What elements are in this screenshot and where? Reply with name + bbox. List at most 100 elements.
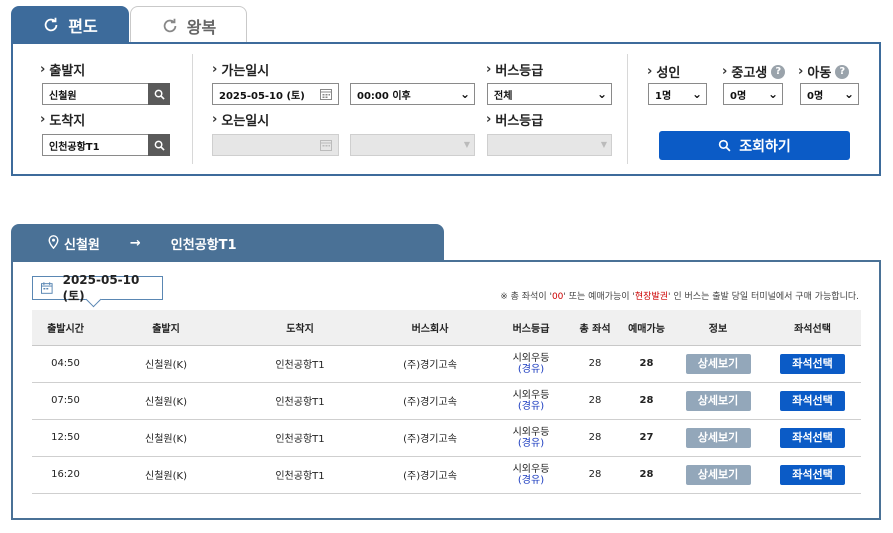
chevron-right-icon: ›: [486, 62, 492, 77]
select-seat-button[interactable]: 좌석선택: [780, 427, 845, 448]
row-grade: 시외우등 (경유): [493, 382, 569, 420]
chevron-right-icon: ›: [647, 64, 653, 79]
adult-label: › 성인: [647, 64, 681, 81]
chevron-right-icon: ›: [798, 64, 804, 79]
caret-down-icon: ▼: [600, 140, 607, 149]
help-icon[interactable]: ?: [771, 64, 786, 79]
bus-grade-label: › 버스등급: [486, 62, 544, 79]
col-header: 출발시간: [32, 310, 99, 346]
calendar-icon: [320, 140, 332, 151]
table-row: 12:50 신철원(K) 인천공항T1 (주)경기고속 시외우등 (경유) 28 …: [32, 419, 861, 457]
detail-button[interactable]: 상세보기: [685, 390, 751, 411]
divider: [192, 54, 193, 164]
row-company: (주)경기고속: [367, 382, 493, 420]
col-header: 예매가능: [621, 310, 672, 346]
chevron-down-icon: ⌄: [843, 87, 854, 101]
departure-time: 12:50: [32, 419, 99, 457]
select-seat-button[interactable]: 좌석선택: [780, 390, 845, 411]
select-seat-button[interactable]: 좌석선택: [780, 353, 845, 374]
row-select: 좌석선택: [764, 382, 861, 420]
row-info: 상세보기: [672, 456, 764, 494]
row-info: 상세보기: [672, 345, 764, 383]
chevron-down-icon: ⌄: [767, 87, 778, 101]
divider: [627, 54, 628, 164]
row-company: (주)경기고속: [367, 456, 493, 494]
row-company: (주)경기고속: [367, 345, 493, 383]
row-select: 좌석선택: [764, 419, 861, 457]
chevron-down-icon: ⌄: [691, 87, 702, 101]
row-select: 좌석선택: [764, 456, 861, 494]
tab-roundtrip[interactable]: 왕복: [130, 6, 247, 44]
col-header: 버스회사: [367, 310, 493, 346]
table-row: 16:20 신철원(K) 인천공항T1 (주)경기고속 시외우등 (경유) 28 …: [32, 456, 861, 494]
go-time-select[interactable]: 00:00 이후 ⌄: [350, 83, 475, 105]
row-arrival: 인천공항T1: [233, 382, 367, 420]
detail-button[interactable]: 상세보기: [685, 427, 751, 448]
return-time-select[interactable]: ▼: [350, 134, 475, 156]
departure-field[interactable]: 신철원: [42, 83, 170, 105]
chevron-down-icon: ⌄: [459, 87, 470, 101]
row-available: 28: [621, 382, 672, 420]
tab-roundtrip-label: 왕복: [186, 17, 217, 37]
route-to: 인천공항T1: [170, 237, 237, 253]
row-departure: 신철원(K): [99, 456, 233, 494]
detail-button[interactable]: 상세보기: [685, 464, 751, 485]
row-available: 27: [621, 419, 672, 457]
search-icon[interactable]: [148, 134, 170, 156]
row-company: (주)경기고속: [367, 419, 493, 457]
arrival-field[interactable]: 인천공항T1: [42, 134, 170, 156]
results-date: 2025-05-10 (토): [32, 273, 163, 303]
row-total-seats: 28: [569, 345, 621, 383]
route-header: 신철원 → 인천공항T1: [11, 224, 444, 262]
help-icon[interactable]: ?: [835, 64, 850, 79]
col-header: 총 좌석: [569, 310, 621, 346]
return-date-label: › 오는일시: [212, 112, 270, 129]
col-header: 좌석선택: [764, 310, 861, 346]
results-date-text: 2025-05-10 (토): [62, 272, 140, 303]
detail-button[interactable]: 상세보기: [685, 353, 751, 374]
table-header-row: 출발시간 출발지 도착지 버스회사 버스등급 총 좌석 예매가능 정보 좌석선택: [32, 310, 861, 346]
return-bus-grade-select[interactable]: ▼: [487, 134, 612, 156]
tab-oneway[interactable]: 편도: [11, 6, 129, 44]
col-header: 정보: [672, 310, 764, 346]
schedule-table: 출발시간 출발지 도착지 버스회사 버스등급 총 좌석 예매가능 정보 좌석선택…: [32, 310, 861, 494]
go-date-field[interactable]: 2025-05-10 (토): [212, 83, 339, 105]
col-header: 버스등급: [493, 310, 569, 346]
row-total-seats: 28: [569, 456, 621, 494]
departure-label: › 출발지: [40, 62, 86, 79]
location-pin-icon: [48, 235, 59, 249]
teen-select[interactable]: 0명 ⌄: [723, 83, 783, 105]
calendar-icon[interactable]: [320, 88, 332, 100]
col-header: 도착지: [233, 310, 367, 346]
query-button-label: 조회하기: [739, 138, 791, 155]
table-row: 04:50 신철원(K) 인천공항T1 (주)경기고속 시외우등 (경유) 28 …: [32, 345, 861, 383]
departure-time: 16:20: [32, 456, 99, 494]
row-arrival: 인천공항T1: [233, 456, 367, 494]
row-grade: 시외우등 (경유): [493, 456, 569, 494]
go-date-label: › 가는일시: [212, 62, 270, 79]
query-button[interactable]: 조회하기: [659, 131, 850, 160]
row-total-seats: 28: [569, 382, 621, 420]
col-header: 출발지: [99, 310, 233, 346]
results-panel: 2025-05-10 (토) ※ 총 좌석이 '00' 또는 예매가능이 '현장…: [11, 260, 881, 520]
bus-grade-select[interactable]: 전체 ⌄: [487, 83, 612, 105]
trip-type-tabs: 편도 왕복: [11, 6, 881, 44]
select-seat-button[interactable]: 좌석선택: [780, 464, 845, 485]
refresh-icon: [44, 17, 58, 32]
row-departure: 신철원(K): [99, 382, 233, 420]
search-icon[interactable]: [148, 83, 170, 105]
row-available: 28: [621, 456, 672, 494]
calendar-icon: [41, 282, 53, 294]
child-select[interactable]: 0명 ⌄: [800, 83, 859, 105]
row-departure: 신철원(K): [99, 345, 233, 383]
chevron-down-icon: ⌄: [596, 87, 607, 101]
search-panel: › 출발지 신철원 › 도착지 인천공항T1 › 가는일시 2025-05-10 (토…: [11, 42, 881, 176]
row-total-seats: 28: [569, 419, 621, 457]
tab-oneway-label: 편도: [68, 17, 98, 36]
row-info: 상세보기: [672, 419, 764, 457]
route-from: 신철원: [64, 237, 100, 253]
return-date-field[interactable]: [212, 134, 339, 156]
chevron-right-icon: ›: [722, 64, 728, 79]
child-label: › 아동 ?: [798, 62, 850, 81]
adult-select[interactable]: 1명 ⌄: [648, 83, 707, 105]
